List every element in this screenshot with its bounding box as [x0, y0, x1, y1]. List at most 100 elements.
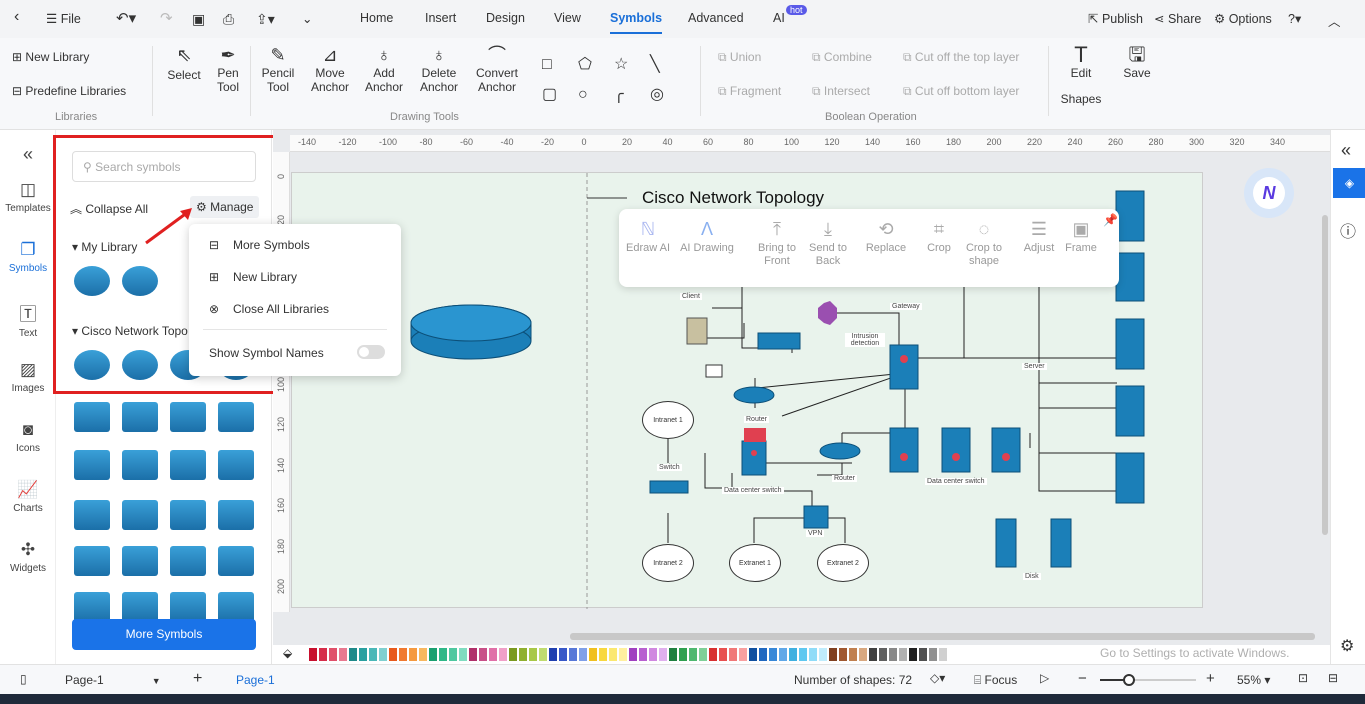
- nav-images[interactable]: ▨ Images: [0, 360, 56, 394]
- new-library-button[interactable]: ⊞ New Library: [12, 50, 89, 64]
- format-paint-icon[interactable]: ◈: [1333, 168, 1365, 198]
- color-swatch[interactable]: [789, 648, 797, 661]
- more-symbols-button[interactable]: More Symbols: [72, 619, 256, 650]
- help-circle-icon[interactable]: ⓘ: [1340, 218, 1356, 242]
- symbol-item[interactable]: [170, 500, 206, 530]
- cut-bottom-button[interactable]: ⧉ Cut off bottom layer: [903, 84, 1019, 98]
- share-button[interactable]: ⋖ Share: [1154, 11, 1201, 26]
- color-swatch[interactable]: [539, 648, 547, 661]
- symbol-item[interactable]: [218, 592, 254, 622]
- color-swatch[interactable]: [389, 648, 397, 661]
- color-swatch[interactable]: [429, 648, 437, 661]
- color-swatch[interactable]: [859, 648, 867, 661]
- symbol-item[interactable]: [122, 500, 158, 530]
- back-icon[interactable]: ‹: [14, 8, 19, 26]
- fragment-button[interactable]: ⧉ Fragment: [718, 84, 781, 98]
- color-swatch[interactable]: [399, 648, 407, 661]
- color-swatch[interactable]: [659, 648, 667, 661]
- extranet-cloud[interactable]: Extranet 2: [817, 544, 869, 582]
- color-swatch[interactable]: [349, 648, 357, 661]
- more-icon[interactable]: ⌄: [302, 11, 312, 26]
- adjust-tool[interactable]: ☰ Adjust: [1019, 220, 1059, 255]
- color-swatch[interactable]: [449, 648, 457, 661]
- frame-tool[interactable]: ▣ Frame: [1061, 220, 1101, 255]
- server-label[interactable]: Server: [1022, 363, 1047, 370]
- nav-charts[interactable]: 📈 Charts: [0, 480, 56, 514]
- router-label[interactable]: Router: [744, 416, 770, 423]
- color-swatch[interactable]: [369, 648, 377, 661]
- pen-tool[interactable]: ✒ Pen Tool: [212, 46, 244, 94]
- color-swatch[interactable]: [879, 648, 887, 661]
- crop-shape-tool[interactable]: ◌ Crop to shape: [961, 220, 1007, 268]
- panel-toggle-icon[interactable]: ▯: [20, 672, 27, 686]
- color-swatch[interactable]: [489, 648, 497, 661]
- fit-page-icon[interactable]: ⊡: [1298, 671, 1308, 685]
- color-swatch[interactable]: [379, 648, 387, 661]
- predefine-libraries-button[interactable]: ⊟ Predefine Libraries: [12, 84, 126, 98]
- star-icon[interactable]: ☆: [614, 50, 650, 80]
- menu-new-library[interactable]: ⊞ New Library: [209, 270, 297, 284]
- color-swatch[interactable]: [719, 648, 727, 661]
- color-swatch[interactable]: [909, 648, 917, 661]
- color-swatch[interactable]: [709, 648, 717, 661]
- save-button[interactable]: 🖫 Save: [1118, 45, 1156, 80]
- rounded-rect-icon[interactable]: ▢: [542, 80, 578, 110]
- symbol-item[interactable]: [170, 402, 206, 432]
- color-swatch[interactable]: [769, 648, 777, 661]
- publish-button[interactable]: ⇱ Publish: [1088, 11, 1143, 26]
- symbol-item[interactable]: [74, 546, 110, 576]
- menu-more-symbols[interactable]: ⊟ More Symbols: [209, 238, 310, 252]
- color-swatch[interactable]: [679, 648, 687, 661]
- color-swatch[interactable]: [869, 648, 877, 661]
- switch-label[interactable]: Switch: [657, 464, 682, 471]
- dcs-label[interactable]: Data center switch: [925, 478, 987, 485]
- page-select[interactable]: Page-1 ▼: [65, 673, 161, 687]
- tab-advanced[interactable]: Advanced: [688, 11, 744, 25]
- color-swatch[interactable]: [779, 648, 787, 661]
- color-swatch[interactable]: [919, 648, 927, 661]
- convert-anchor-tool[interactable]: ⌒ Convert Anchor: [472, 46, 522, 94]
- nav-text[interactable]: 🅃 Text: [0, 300, 56, 339]
- color-swatch[interactable]: [469, 648, 477, 661]
- color-swatch[interactable]: [589, 648, 597, 661]
- save-icon[interactable]: ▣: [192, 11, 205, 28]
- send-back-tool[interactable]: ⤓ Send to Back: [805, 220, 851, 268]
- color-swatch[interactable]: [829, 648, 837, 661]
- export-icon[interactable]: ⇪▾: [256, 11, 275, 28]
- disk-label[interactable]: Disk: [1023, 573, 1041, 580]
- collapse-panel-icon[interactable]: «: [0, 144, 56, 165]
- select-tool[interactable]: ⇖ Select: [166, 46, 202, 82]
- symbol-item[interactable]: [218, 546, 254, 576]
- pentagon-icon[interactable]: ⬠: [578, 50, 614, 80]
- add-page-icon[interactable]: +: [193, 670, 202, 688]
- options-button[interactable]: ⚙ Options: [1214, 11, 1272, 26]
- color-swatch[interactable]: [499, 648, 507, 661]
- intranet-cloud[interactable]: Intranet 1: [642, 401, 694, 439]
- color-swatch[interactable]: [749, 648, 757, 661]
- client-label[interactable]: Client: [680, 293, 702, 300]
- color-swatch[interactable]: [889, 648, 897, 661]
- play-icon[interactable]: ▷: [1040, 671, 1049, 685]
- color-swatch[interactable]: [409, 648, 417, 661]
- dcs-label[interactable]: Data center switch: [722, 487, 784, 494]
- nav-symbols[interactable]: ❐ Symbols: [0, 240, 56, 274]
- zoom-in-icon[interactable]: +: [1206, 670, 1215, 687]
- edraw-ai-button[interactable]: N: [1244, 168, 1294, 218]
- color-swatch[interactable]: [599, 648, 607, 661]
- pencil-tool[interactable]: ✎ Pencil Tool: [258, 46, 298, 94]
- color-swatch[interactable]: [929, 648, 937, 661]
- combine-button[interactable]: ⧉ Combine: [812, 50, 872, 64]
- symbol-item[interactable]: [74, 402, 110, 432]
- symbol-item[interactable]: [74, 450, 110, 480]
- help-icon[interactable]: ?▾: [1288, 11, 1301, 26]
- symbol-item[interactable]: [218, 450, 254, 480]
- color-swatch[interactable]: [339, 648, 347, 661]
- line-icon[interactable]: ╲: [650, 50, 686, 80]
- zoom-slider[interactable]: [1100, 674, 1196, 686]
- show-names-toggle[interactable]: [357, 345, 385, 359]
- tab-insert[interactable]: Insert: [425, 11, 456, 25]
- color-swatch[interactable]: [689, 648, 697, 661]
- expand-panel-icon[interactable]: «: [1341, 140, 1351, 161]
- vertical-scrollbar[interactable]: [1322, 215, 1328, 535]
- tab-view[interactable]: View: [554, 11, 581, 25]
